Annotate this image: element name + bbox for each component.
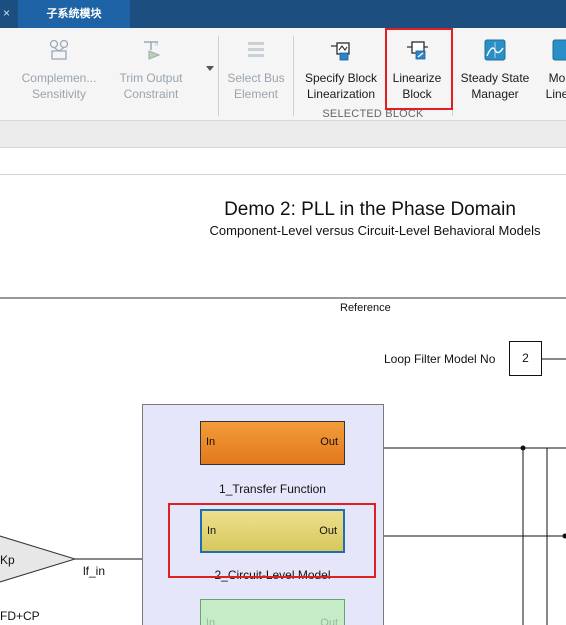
transfer-function-block-name: 1_Transfer Function xyxy=(219,482,326,496)
model-linearizer-button[interactable]: Mo Line xyxy=(537,28,566,118)
divider xyxy=(218,36,219,116)
complementary-sensitivity-button[interactable]: Complemen... Sensitivity xyxy=(12,28,106,118)
tab-bar: × 子系统模块 xyxy=(0,0,566,28)
select-bus-element-label: Select Bus Element xyxy=(227,71,285,101)
loop-filter-model-label: Loop Filter Model No xyxy=(384,352,496,366)
trim-output-constraint-icon: ^ xyxy=(144,41,161,60)
in-port-label: In xyxy=(206,617,216,625)
close-tab-icon[interactable]: × xyxy=(3,6,15,20)
steady-state-manager-label: Steady State Manager xyxy=(460,71,530,101)
model-linearizer-label: Mo Line xyxy=(545,71,566,101)
reference-label: Reference xyxy=(340,302,391,314)
out-port-label: Out xyxy=(320,436,338,448)
linearize-block-highlight xyxy=(385,28,453,110)
transfer-function-block[interactable]: In Out xyxy=(200,421,345,465)
gain-label: Kp xyxy=(0,553,15,567)
out-port-label: Out xyxy=(320,617,338,625)
junction-dot xyxy=(562,533,566,539)
circuit-level-model-highlight xyxy=(168,503,376,578)
specify-block-linearization-button[interactable]: Specify Block Linearization xyxy=(298,28,384,118)
select-bus-element-button[interactable]: Select Bus Element xyxy=(222,28,290,118)
signal-label-lf-in: lf_in xyxy=(83,564,106,578)
model-canvas[interactable]: Demo 2: PLL in the Phase Domain Componen… xyxy=(0,175,566,625)
select-bus-element-icon xyxy=(248,42,264,57)
model-browser-bar xyxy=(0,121,566,148)
junction-dot xyxy=(520,445,526,451)
tab-subsystem-block[interactable]: 子系统模块 xyxy=(18,0,130,28)
in-port-label: In xyxy=(206,436,216,448)
specify-block-linearization-label: Specify Block Linearization xyxy=(304,71,378,101)
pfd-cp-label: FD+CP xyxy=(0,609,40,623)
steady-state-manager-icon xyxy=(484,39,506,61)
divider xyxy=(293,36,294,116)
trim-output-constraint-label: Trim Output Constraint xyxy=(119,71,183,101)
model-linearizer-icon xyxy=(552,39,566,61)
complementary-sensitivity-label: Complemen... Sensitivity xyxy=(21,71,97,101)
gallery-expand-icon[interactable] xyxy=(206,66,214,71)
trim-output-constraint-button[interactable]: ^ Trim Output Constraint xyxy=(108,28,194,118)
svg-text:^: ^ xyxy=(155,43,159,50)
complementary-sensitivity-icon xyxy=(49,39,69,60)
loop-filter-model-constant[interactable]: 2 xyxy=(509,341,542,376)
specify-block-linearization-icon xyxy=(331,42,350,61)
steady-state-manager-button[interactable]: Steady State Manager xyxy=(455,28,535,118)
third-model-block[interactable]: In Out xyxy=(200,599,345,625)
explorer-bar xyxy=(0,148,566,175)
ribbon-toolbar: Complemen... Sensitivity ^ Trim Output C… xyxy=(0,28,566,121)
